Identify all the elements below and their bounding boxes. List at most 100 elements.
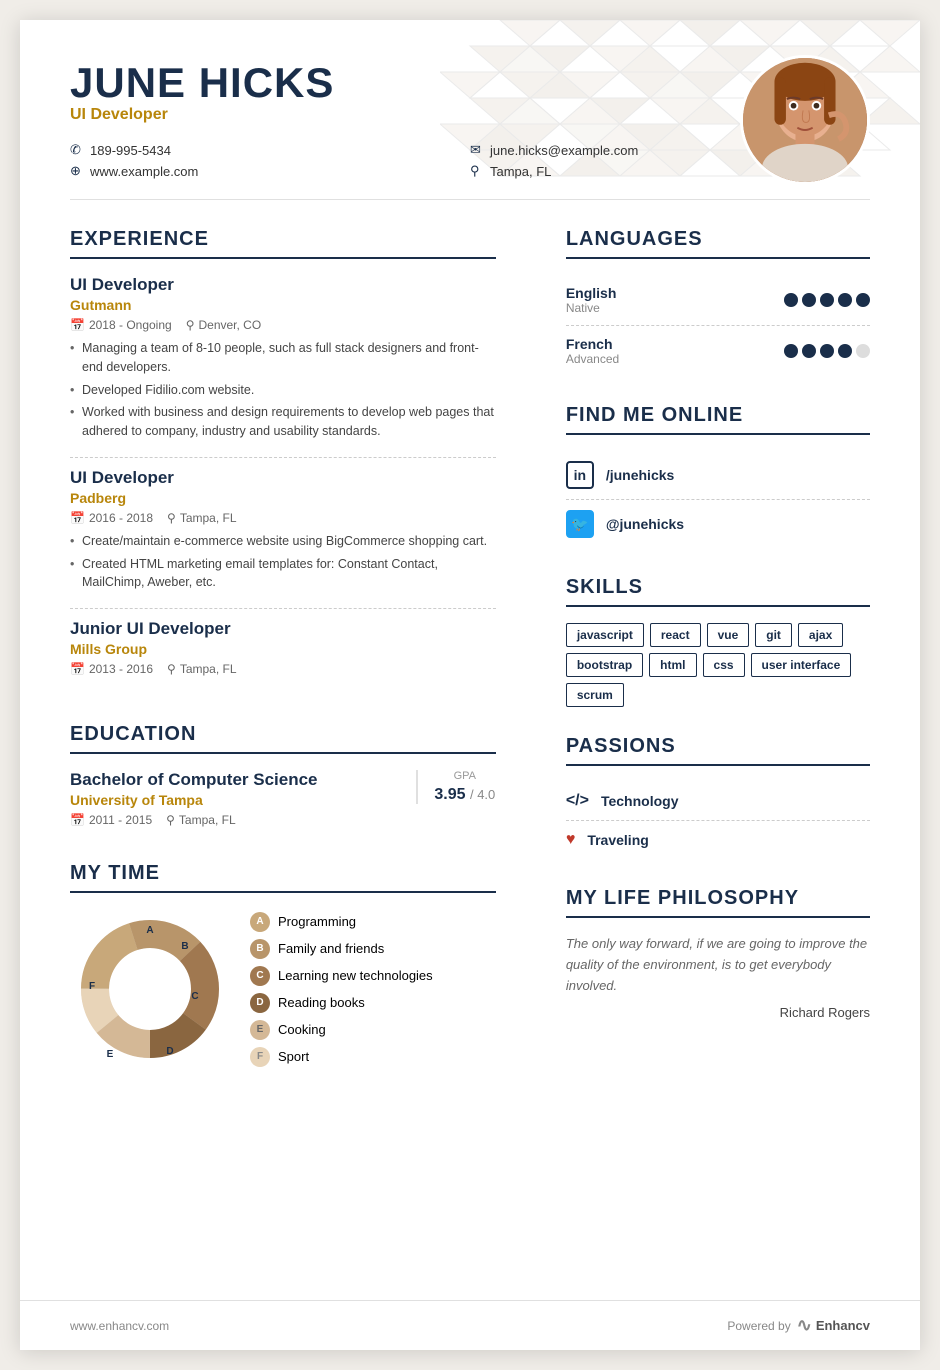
edu-left: Bachelor of Computer Science University … <box>70 770 396 834</box>
skill-tag: ajax <box>798 623 843 647</box>
calendar-icon-1: 📅 <box>70 318 85 332</box>
lang-name-french: French <box>566 336 619 352</box>
legend-label-e: Cooking <box>278 1022 326 1037</box>
footer-website: www.enhancv.com <box>70 1319 169 1333</box>
legend-dot-d: D <box>250 993 270 1013</box>
lang-dots-english <box>784 293 870 307</box>
edu-period: 📅 2011 - 2015 <box>70 813 152 827</box>
lang-level-french: Advanced <box>566 352 619 366</box>
exp-meta-3: 📅 2013 - 2016 ⚲ Tampa, FL <box>70 662 496 676</box>
exp-location-text-2: Tampa, FL <box>180 511 237 525</box>
exp-company-3: Mills Group <box>70 641 496 657</box>
exp-company-1: Gutmann <box>70 297 496 313</box>
legend-item: D Reading books <box>250 993 433 1013</box>
exp-bullets-1: Managing a team of 8-10 people, such as … <box>70 339 496 441</box>
edu-meta: 📅 2011 - 2015 ⚲ Tampa, FL <box>70 813 396 827</box>
exp-location-3: ⚲ Tampa, FL <box>167 662 237 676</box>
profile-photo <box>740 55 870 185</box>
legend-dot-c: C <box>250 966 270 986</box>
skills-grid: javascript react vue git ajax bootstrap … <box>566 623 870 707</box>
exp-role-2: UI Developer <box>70 468 496 488</box>
heart-icon: ♥ <box>566 831 576 849</box>
philosophy-author: Richard Rogers <box>566 1005 870 1020</box>
brand-name: Enhancv <box>816 1318 870 1333</box>
legend-label-a: Programming <box>278 914 356 929</box>
passions-title: PASSIONS <box>566 735 870 766</box>
skills-title: SKILLS <box>566 576 870 607</box>
find-online-title: FIND ME ONLINE <box>566 404 870 435</box>
exp-period-text-2: 2016 - 2018 <box>89 511 153 525</box>
exp-role-3: Junior UI Developer <box>70 619 496 639</box>
linkedin-icon: in <box>566 461 594 489</box>
email-icon: ✉ <box>470 142 484 158</box>
skills-section: SKILLS javascript react vue git ajax boo… <box>566 576 870 707</box>
experience-section: EXPERIENCE UI Developer Gutmann 📅 2018 -… <box>70 228 496 695</box>
languages-title: LANGUAGES <box>566 228 870 259</box>
edu-location-text: Tampa, FL <box>179 813 236 827</box>
exp-company-2: Padberg <box>70 490 496 506</box>
twitter-item[interactable]: 🐦 @junehicks <box>566 500 870 548</box>
skill-tag: javascript <box>566 623 644 647</box>
linkedin-item[interactable]: in /junehicks <box>566 451 870 500</box>
logo-symbol: ∿ <box>797 1315 812 1336</box>
language-item: French Advanced <box>566 326 870 376</box>
footer-brand: Powered by ∿ Enhancv <box>727 1315 870 1336</box>
website-url: www.example.com <box>90 164 198 179</box>
skill-tag: user interface <box>751 653 852 677</box>
calendar-icon-2: 📅 <box>70 511 85 525</box>
edu-school: University of Tampa <box>70 792 396 808</box>
philosophy-text: The only way forward, if we are going to… <box>566 934 870 996</box>
mytime-legend: A Programming B Family and friends C Lea… <box>250 912 433 1067</box>
lang-dot <box>784 344 798 358</box>
lang-dot <box>856 293 870 307</box>
email-address: june.hicks@example.com <box>490 143 638 158</box>
lang-dot <box>820 293 834 307</box>
lang-dot <box>838 293 852 307</box>
exp-period-text-3: 2013 - 2016 <box>89 662 153 676</box>
edu-period-text: 2011 - 2015 <box>89 813 152 827</box>
gpa-label: GPA <box>434 770 496 782</box>
lang-level-english: Native <box>566 301 617 315</box>
exp-meta-1: 📅 2018 - Ongoing ⚲ Denver, CO <box>70 318 496 332</box>
exp-period-3: 📅 2013 - 2016 <box>70 662 153 676</box>
lang-info-french: French Advanced <box>566 336 619 366</box>
skill-tag: react <box>650 623 701 647</box>
philosophy-section: MY LIFE PHILOSOPHY The only way forward,… <box>566 887 870 1019</box>
languages-section: LANGUAGES English Native <box>566 228 870 376</box>
experience-item: UI Developer Gutmann 📅 2018 - Ongoing ⚲ … <box>70 275 496 458</box>
passion-item: </> Technology <box>566 782 870 821</box>
skill-tag: vue <box>707 623 750 647</box>
legend-label-f: Sport <box>278 1049 309 1064</box>
lang-dot <box>802 344 816 358</box>
svg-text:B: B <box>181 941 188 952</box>
mytime-title: MY TIME <box>70 862 496 893</box>
skill-tag: git <box>755 623 792 647</box>
location-text: Tampa, FL <box>490 164 551 179</box>
lang-dot <box>802 293 816 307</box>
lang-dot <box>784 293 798 307</box>
phone-item: ✆ 189-995-5434 <box>70 142 470 158</box>
mytime-content: A B C D E F A Programming <box>70 909 496 1069</box>
website-item: ⊕ www.example.com <box>70 163 470 179</box>
left-column: EXPERIENCE UI Developer Gutmann 📅 2018 -… <box>70 200 516 1260</box>
find-online-section: FIND ME ONLINE in /junehicks 🐦 @junehick… <box>566 404 870 548</box>
phone-number: 189-995-5434 <box>90 143 171 158</box>
exp-location-2: ⚲ Tampa, FL <box>167 511 237 525</box>
passion-label-technology: Technology <box>601 793 679 809</box>
header-section: JUNE HICKS UI Developer ✆ 189-995-5434 ⊕… <box>20 20 920 199</box>
language-item: English Native <box>566 275 870 326</box>
education-section: EDUCATION Bachelor of Computer Science U… <box>70 723 496 834</box>
experience-title: EXPERIENCE <box>70 228 496 259</box>
gpa-value: 3.95 / 4.0 <box>434 786 496 804</box>
exp-location-text-3: Tampa, FL <box>180 662 237 676</box>
lang-info-english: English Native <box>566 285 617 315</box>
twitter-handle: @junehicks <box>606 516 684 532</box>
svg-text:D: D <box>166 1046 173 1057</box>
skill-tag: html <box>649 653 696 677</box>
location-icon: ⚲ <box>470 163 484 179</box>
svg-text:C: C <box>191 991 198 1002</box>
location-icon-edu: ⚲ <box>166 813 175 827</box>
exp-meta-2: 📅 2016 - 2018 ⚲ Tampa, FL <box>70 511 496 525</box>
philosophy-title: MY LIFE PHILOSOPHY <box>566 887 870 918</box>
legend-label-b: Family and friends <box>278 941 384 956</box>
